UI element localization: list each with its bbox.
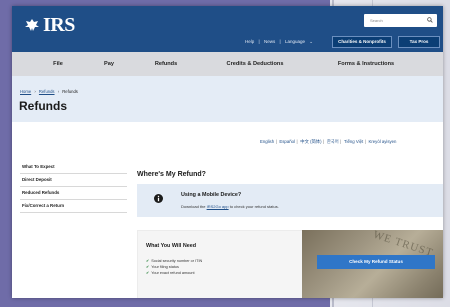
sidebar-nav: What To Expect Direct Deposit Reduced Re… — [20, 161, 127, 213]
logo-text: IRS — [43, 14, 75, 36]
utility-links: Help | News | Language ⌄ — [245, 39, 316, 45]
irs-page: IRS Search Help | News | Language ⌄ Char… — [12, 6, 443, 298]
title-band: Home › Refunds › Refunds Refunds — [12, 76, 443, 122]
what-you-need-card: What You Will Need ✔ Social security numb… — [137, 230, 304, 298]
site-header: IRS Search Help | News | Language ⌄ Char… — [12, 6, 443, 52]
sidebar-item-what-to-expect[interactable]: What To Expect — [20, 161, 127, 174]
breadcrumb: Home › Refunds › Refunds — [20, 89, 78, 94]
requirement-text: Your exact refund amount — [151, 271, 195, 275]
language-selector: English | Español | 中文 (简体) | 한국어 | Tiếng Vi… — [260, 139, 397, 144]
utility-separator: | — [258, 39, 260, 44]
what-you-need-title: What You Will Need — [146, 243, 197, 249]
mobile-device-notice: Using a Mobile Device? Download the IRS2… — [137, 184, 443, 217]
mobile-text-before: Download the — [181, 204, 207, 209]
breadcrumb-separator: › — [57, 89, 60, 94]
nav-credits-deductions[interactable]: Credits & Deductions — [200, 61, 310, 67]
help-link[interactable]: Help — [245, 39, 254, 44]
news-link[interactable]: News — [264, 39, 275, 44]
charities-nonprofits-button[interactable]: Charities & Nonprofits — [332, 36, 392, 48]
mobile-notice-title: Using a Mobile Device? — [181, 192, 242, 198]
breadcrumb-separator: › — [34, 89, 36, 94]
nav-refunds[interactable]: Refunds — [132, 61, 200, 67]
section-heading: Where's My Refund? — [137, 171, 206, 178]
lang-vietnamese[interactable]: Tiếng Việt — [344, 139, 363, 144]
sidebar-item-fix-correct-return[interactable]: Fix/Correct a Return — [20, 200, 127, 213]
chevron-down-icon[interactable]: ⌄ — [309, 39, 313, 44]
lang-espanol[interactable]: Español — [279, 139, 295, 144]
tax-pros-button[interactable]: Tax Pros — [398, 36, 440, 48]
currency-photo: WE TRUST Check My Refund Status — [302, 230, 443, 298]
language-dropdown[interactable]: Language — [285, 39, 305, 44]
requirement-text: Your filing status — [151, 265, 179, 269]
search-input[interactable]: Search — [364, 14, 437, 27]
check-icon: ✔ — [146, 271, 150, 275]
mobile-text-after: to check your refund status. — [228, 204, 279, 209]
list-item: ✔ Your exact refund amount — [146, 270, 202, 276]
search-placeholder: Search — [370, 18, 383, 23]
lang-kreyol[interactable]: Kreyòl ayisyen — [368, 139, 396, 144]
lang-english[interactable]: English — [260, 139, 274, 144]
check-refund-status-button[interactable]: Check My Refund Status — [317, 255, 435, 269]
nav-forms-instructions[interactable]: Forms & Instructions — [310, 61, 422, 67]
requirements-list: ✔ Social security number or ITIN ✔ Your fi… — [146, 258, 202, 276]
irs2go-link[interactable]: IRS2Go app — [207, 204, 229, 209]
sidebar-item-reduced-refunds[interactable]: Reduced Refunds — [20, 187, 127, 200]
main-nav: File Pay Refunds Credits & Deductions Fo… — [12, 52, 443, 76]
nav-pay[interactable]: Pay — [86, 61, 132, 67]
breadcrumb-refunds[interactable]: Refunds — [39, 89, 55, 94]
lang-korean[interactable]: 한국어 — [327, 139, 339, 144]
check-icon: ✔ — [146, 265, 150, 269]
breadcrumb-current: Refunds — [62, 89, 78, 94]
lang-chinese[interactable]: 中文 (简体) — [300, 139, 321, 144]
check-icon: ✔ — [146, 259, 150, 263]
nav-file[interactable]: File — [30, 61, 86, 67]
utility-separator: | — [279, 39, 281, 44]
irs-logo[interactable]: IRS — [24, 14, 75, 37]
requirement-text: Social security number or ITIN — [151, 259, 203, 263]
info-icon — [154, 194, 163, 203]
sidebar-item-direct-deposit[interactable]: Direct Deposit — [20, 174, 127, 187]
eagle-icon — [25, 19, 39, 31]
page-title: Refunds — [19, 99, 67, 113]
search-icon[interactable] — [427, 17, 433, 23]
mobile-notice-text: Download the IRS2Go app to check your re… — [181, 204, 279, 209]
breadcrumb-home[interactable]: Home — [20, 89, 31, 94]
